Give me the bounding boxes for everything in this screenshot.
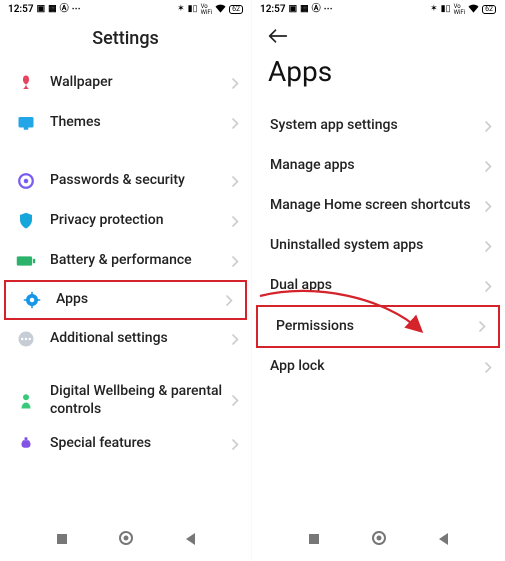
nav-recent-button[interactable]	[55, 531, 69, 550]
chevron-right-icon	[232, 172, 239, 191]
bluetooth-icon: ✶	[177, 5, 185, 14]
more-icon	[14, 327, 38, 351]
chevron-right-icon	[232, 74, 239, 93]
chevron-right-icon	[232, 252, 239, 271]
bluetooth-icon: ✶	[430, 5, 438, 14]
battery-icon	[14, 249, 38, 273]
row-label: Battery & performance	[50, 252, 232, 270]
apps-item-app-lock[interactable]: App lock	[252, 347, 504, 387]
wallpaper-icon	[14, 71, 38, 95]
apps-item-dual-apps[interactable]: Dual apps	[252, 266, 504, 306]
status-time: 12:57	[260, 4, 286, 15]
notif-more-icon: ⋯	[72, 5, 81, 14]
notif-icon: ▣	[289, 5, 298, 14]
notif-icon: ▦	[48, 5, 57, 14]
chevron-right-icon	[479, 317, 486, 336]
nav-back-button[interactable]	[184, 531, 196, 550]
special-features-icon	[14, 432, 38, 456]
chevron-right-icon	[485, 197, 492, 216]
settings-screen: 12:57 ▣ ▦ Ⓐ ⋯ ✶ ▮▯ VoWiFi 62 Settings	[0, 0, 252, 561]
chevron-right-icon	[232, 391, 239, 410]
notif-more-icon: ⋯	[324, 5, 333, 14]
battery-icon: 62	[229, 5, 243, 14]
wifi-icon	[215, 4, 226, 16]
settings-item-passwords-security[interactable]: Passwords & security	[0, 161, 251, 201]
apps-item-home-shortcuts[interactable]: Manage Home screen shortcuts	[252, 186, 504, 226]
wellbeing-icon	[14, 389, 38, 413]
chevron-right-icon	[232, 212, 239, 231]
nav-bar	[252, 519, 504, 561]
chevron-right-icon	[485, 157, 492, 176]
nav-recent-button[interactable]	[307, 531, 321, 550]
back-button[interactable]	[268, 28, 288, 47]
status-time: 12:57	[8, 4, 34, 15]
row-label: Passwords & security	[50, 172, 232, 190]
notif-icon: ▦	[300, 5, 309, 14]
chevron-right-icon	[485, 117, 492, 136]
chevron-right-icon	[485, 358, 492, 377]
row-label: Permissions	[276, 318, 479, 336]
notif-icon: Ⓐ	[312, 5, 321, 14]
shield-check-icon	[14, 169, 38, 193]
chevron-right-icon	[232, 330, 239, 349]
vowifi-icon: VoWiFi	[454, 4, 466, 16]
page-title: Settings	[0, 18, 251, 63]
settings-item-special[interactable]: Special features	[0, 424, 251, 464]
apps-screen: 12:57 ▣ ▦ Ⓐ ⋯ ✶ ▮▯ VoWiFi 62 Apps	[252, 0, 504, 561]
settings-item-wallpaper[interactable]: Wallpaper	[0, 63, 251, 103]
chevron-right-icon	[226, 291, 233, 310]
row-label: Privacy protection	[50, 212, 232, 230]
row-label: Manage Home screen shortcuts	[270, 197, 485, 215]
battery-icon: 62	[482, 5, 496, 14]
row-label: Wallpaper	[50, 74, 232, 92]
row-label: System app settings	[270, 117, 485, 135]
status-bar: 12:57 ▣ ▦ Ⓐ ⋯ ✶ ▮▯ VoWiFi 62	[0, 0, 251, 18]
settings-item-wellbeing[interactable]: Digital Wellbeing & parental controls	[0, 377, 251, 424]
nav-home-button[interactable]	[118, 530, 134, 550]
settings-item-themes[interactable]: Themes	[0, 103, 251, 143]
chevron-right-icon	[485, 237, 492, 256]
apps-item-uninstalled-system[interactable]: Uninstalled system apps	[252, 226, 504, 266]
signal-icon: ▮▯	[441, 5, 451, 14]
nav-home-button[interactable]	[371, 530, 387, 550]
settings-item-battery[interactable]: Battery & performance	[0, 241, 251, 281]
nav-bar	[0, 519, 251, 561]
row-label: Dual apps	[270, 277, 485, 295]
chevron-right-icon	[485, 277, 492, 296]
row-label: Additional settings	[50, 330, 232, 348]
row-label: Themes	[50, 114, 232, 132]
chevron-right-icon	[232, 435, 239, 454]
signal-icon: ▮▯	[188, 5, 198, 14]
notif-icon: Ⓐ	[60, 5, 69, 14]
page-title: Apps	[252, 51, 504, 106]
vowifi-icon: VoWiFi	[201, 4, 213, 16]
settings-item-additional[interactable]: Additional settings	[0, 319, 251, 359]
shield-icon	[14, 209, 38, 233]
chevron-right-icon	[232, 114, 239, 133]
apps-item-manage-apps[interactable]: Manage apps	[252, 146, 504, 186]
settings-item-apps[interactable]: Apps	[4, 280, 247, 320]
nav-back-button[interactable]	[437, 531, 449, 550]
row-label: App lock	[270, 358, 485, 376]
notif-icon: ▣	[37, 5, 46, 14]
apps-item-system-app-settings[interactable]: System app settings	[252, 106, 504, 146]
gear-icon	[20, 288, 44, 312]
apps-item-permissions[interactable]: Permissions	[256, 305, 500, 348]
wifi-icon	[468, 4, 479, 16]
row-label: Apps	[56, 291, 226, 309]
row-label: Uninstalled system apps	[270, 237, 485, 255]
row-label: Manage apps	[270, 157, 485, 175]
row-label: Digital Wellbeing & parental controls	[50, 383, 232, 418]
row-label: Special features	[50, 435, 232, 453]
settings-item-privacy[interactable]: Privacy protection	[0, 201, 251, 241]
status-bar: 12:57 ▣ ▦ Ⓐ ⋯ ✶ ▮▯ VoWiFi 62	[252, 0, 504, 18]
themes-icon	[14, 111, 38, 135]
